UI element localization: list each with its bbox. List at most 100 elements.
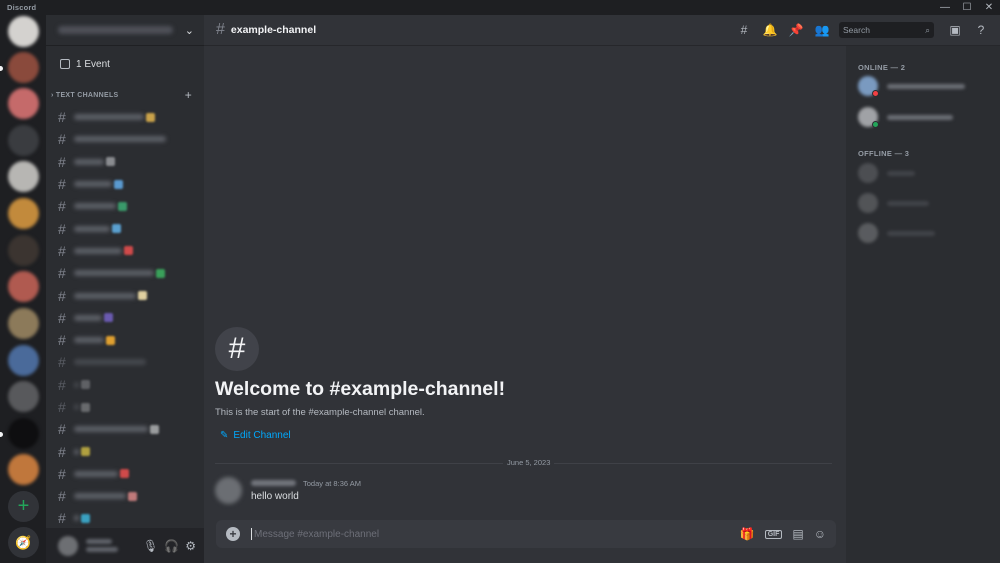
threads-icon[interactable]: # <box>731 20 757 40</box>
edit-channel-link[interactable]: ✎ Edit Channel <box>220 430 291 441</box>
channel-item[interactable]: # <box>46 351 204 373</box>
avatar[interactable] <box>215 477 242 504</box>
emoji-icon <box>120 469 129 479</box>
channel-item[interactable]: # <box>46 195 204 217</box>
channel-name <box>74 247 122 254</box>
emoji-icon <box>128 491 137 501</box>
channel-name <box>74 203 116 210</box>
channel-item[interactable]: # <box>46 507 204 529</box>
emoji-icon[interactable]: ☺ <box>814 527 826 541</box>
server-icon[interactable] <box>8 198 39 229</box>
server-icon[interactable] <box>8 161 39 192</box>
channel-item[interactable]: # <box>46 173 204 195</box>
channel-name <box>74 493 126 500</box>
pin-icon[interactable]: 📌 <box>783 20 809 40</box>
hashtag-icon: # <box>58 488 66 505</box>
emoji-icon <box>106 335 115 345</box>
bell-icon[interactable]: 🔔 <box>757 20 783 40</box>
message-input[interactable]: Message #example-channel <box>254 529 379 540</box>
hashtag-icon: # <box>58 220 66 237</box>
minimize-button[interactable]: — <box>934 0 956 15</box>
online-header: ONLINE — 2 <box>858 63 906 72</box>
server-icon[interactable] <box>8 16 39 47</box>
channel-item[interactable]: # <box>46 329 204 351</box>
members-icon[interactable]: 👥 <box>809 20 835 40</box>
events-button[interactable]: 1 Event <box>46 46 204 82</box>
channel-name <box>74 114 144 121</box>
sticker-icon[interactable]: ▤ <box>792 527 803 541</box>
channel-name <box>74 381 79 388</box>
events-label: 1 Event <box>76 58 110 70</box>
avatar[interactable] <box>58 535 78 556</box>
hashtag-icon: # <box>58 376 66 393</box>
channel-item[interactable]: # <box>46 396 204 418</box>
channel-name <box>74 181 112 188</box>
hashtag-icon: # <box>58 287 66 304</box>
channel-item[interactable]: # <box>46 240 204 262</box>
window-controls: — ☐ ✕ <box>934 0 1000 15</box>
server-header[interactable]: ⌄ <box>46 15 204 45</box>
message-timestamp: Today at 8:36 AM <box>303 479 361 488</box>
avatar <box>858 223 878 243</box>
channel-item[interactable]: # <box>46 374 204 396</box>
close-button[interactable]: ✕ <box>978 0 1000 15</box>
offline-header: OFFLINE — 3 <box>858 149 910 158</box>
help-icon[interactable]: ? <box>968 20 994 40</box>
channel-item[interactable]: # <box>46 217 204 239</box>
channel-item[interactable]: # <box>46 262 204 284</box>
add-channel-icon[interactable]: + <box>185 88 192 102</box>
hashtag-icon: # <box>58 465 66 482</box>
user-name[interactable] <box>86 539 118 552</box>
member-row[interactable] <box>858 76 965 97</box>
channel-name <box>74 314 102 321</box>
server-icon[interactable] <box>8 345 39 376</box>
hashtag-icon: # <box>58 510 66 527</box>
headphones-icon[interactable]: 🎧 <box>164 539 179 553</box>
server-icon[interactable] <box>8 418 39 449</box>
channel-item[interactable]: # <box>46 418 204 440</box>
category-text-channels[interactable]: › TEXT CHANNELS + <box>46 84 204 106</box>
add-attachment-icon[interactable]: + <box>226 527 240 541</box>
compass-icon[interactable]: 🧭 <box>8 527 39 558</box>
emoji-icon <box>146 112 155 122</box>
channel-item[interactable]: # <box>46 284 204 306</box>
hashtag-icon: # <box>216 21 225 38</box>
gif-icon[interactable]: GIF <box>764 529 783 539</box>
emoji-icon <box>81 380 90 390</box>
channel-item[interactable]: # <box>46 128 204 150</box>
avatar <box>858 163 878 183</box>
member-row[interactable] <box>858 163 915 183</box>
channel-item[interactable]: # <box>46 307 204 329</box>
member-row[interactable] <box>858 107 953 128</box>
member-row[interactable] <box>858 223 935 243</box>
server-icon[interactable] <box>8 52 39 83</box>
message-composer[interactable]: + Message #example-channel 🎁 GIF ▤ ☺ <box>216 520 836 548</box>
gift-icon[interactable]: 🎁 <box>740 527 755 541</box>
server-icon[interactable] <box>8 308 39 339</box>
inbox-icon[interactable]: ▣ <box>942 20 968 40</box>
channel-item[interactable]: # <box>46 485 204 507</box>
channel-name <box>74 225 110 232</box>
server-icon[interactable] <box>8 454 39 485</box>
date-divider: June 5, 2023 <box>215 458 832 467</box>
channel-item[interactable]: # <box>46 106 204 128</box>
server-icon[interactable] <box>8 88 39 119</box>
server-icon[interactable] <box>8 271 39 302</box>
hashtag-icon: # <box>58 421 66 438</box>
server-icon[interactable] <box>8 235 39 266</box>
gear-icon[interactable]: ⚙ <box>185 539 196 553</box>
server-icon[interactable] <box>8 125 39 156</box>
microphone-icon[interactable]: 🎙 <box>143 539 158 553</box>
member-row[interactable] <box>858 193 929 213</box>
channel-item[interactable]: # <box>46 151 204 173</box>
search-input[interactable]: Search ⌕ <box>839 22 934 38</box>
maximize-button[interactable]: ☐ <box>956 0 978 15</box>
welcome-subtitle: This is the start of the #example-channe… <box>215 407 425 418</box>
add-server-button[interactable]: + <box>8 491 39 522</box>
channel-item[interactable]: # <box>46 440 204 462</box>
date-label: June 5, 2023 <box>503 458 555 467</box>
emoji-icon <box>81 447 90 457</box>
message-author[interactable] <box>251 480 296 486</box>
channel-item[interactable]: # <box>46 463 204 485</box>
server-icon[interactable] <box>8 381 39 412</box>
